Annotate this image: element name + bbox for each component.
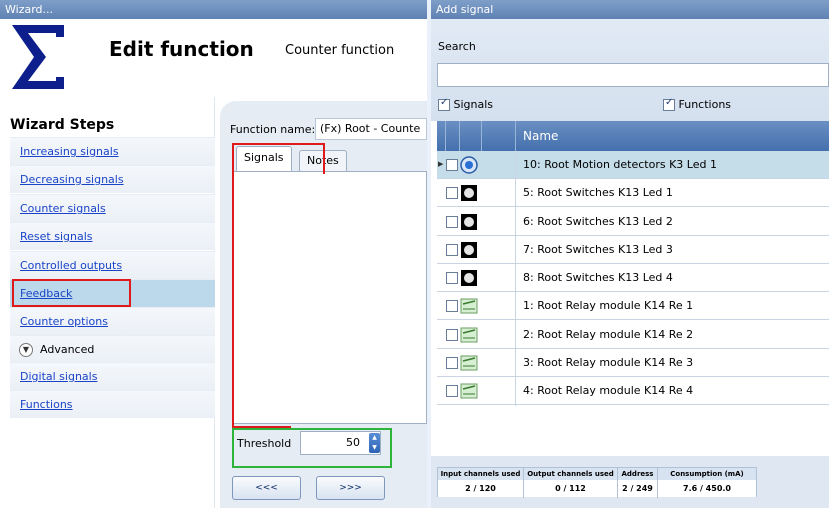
row-checkbox[interactable] <box>446 244 458 256</box>
row-label: 7: Root Switches K13 Led 3 <box>523 243 673 256</box>
row-checkbox[interactable] <box>446 216 458 228</box>
stat-output-channels: Output channels used 0 / 112 <box>524 468 618 498</box>
page-subtitle: Counter function <box>285 43 395 58</box>
chevron-down-icon: ▼ <box>19 343 33 357</box>
feedback-highlight <box>12 279 131 307</box>
header-separator <box>459 121 460 151</box>
header-separator <box>515 121 516 151</box>
step-increasing-signals[interactable]: Increasing signals <box>10 137 215 165</box>
relay-icon <box>460 298 478 314</box>
table-row[interactable]: 4: Root Relay module K14 Re 4 <box>437 377 829 405</box>
stat-value: 2 / 249 <box>618 480 657 497</box>
stat-header: Consumption (mA) <box>658 468 756 480</box>
table-row[interactable]: 8: Root Switches K13 Led 4 <box>437 264 829 292</box>
column-header-name[interactable]: Name <box>523 129 558 143</box>
step-controlled-outputs[interactable]: Controlled outputs <box>10 251 215 279</box>
table-row[interactable]: 1: Root Relay module K14 Re 1 <box>437 292 829 320</box>
relay-icon <box>460 355 478 371</box>
threshold-highlight <box>232 428 392 468</box>
row-checkbox[interactable] <box>446 187 458 199</box>
function-name-field[interactable]: (Fx) Root - Counte <box>315 118 427 140</box>
signals-checkbox-label: Signals <box>453 98 494 111</box>
row-checkbox[interactable] <box>446 329 458 341</box>
stat-value: 0 / 112 <box>524 480 617 497</box>
row-label: 5: Root Switches K13 Led 1 <box>523 186 673 199</box>
step-counter-signals[interactable]: Counter signals <box>10 194 215 222</box>
step-decreasing-signals[interactable]: Decreasing signals <box>10 165 215 193</box>
row-checkbox[interactable] <box>446 272 458 284</box>
switch-icon <box>461 242 477 258</box>
row-checkbox[interactable] <box>446 300 458 312</box>
row-label: 1: Root Relay module K14 Re 1 <box>523 299 694 312</box>
function-name-label: Function name: <box>230 123 316 136</box>
wizard-title-bar: Wizard... <box>0 0 427 19</box>
step-digital-signals[interactable]: Digital signals <box>10 362 215 390</box>
search-input[interactable] <box>437 63 829 87</box>
signals-list-highlight <box>232 143 291 428</box>
signals-filter[interactable]: Signals <box>438 97 494 111</box>
wizard-header: Edit function Counter function <box>0 19 427 97</box>
table-row[interactable]: ▶ 10: Root Motion detectors K3 Led 1 <box>437 151 829 179</box>
row-pointer-icon: ▶ <box>438 160 444 168</box>
row-checkbox[interactable] <box>446 159 458 171</box>
advanced-expander[interactable]: ▼ Advanced <box>10 335 215 363</box>
header-separator <box>445 121 446 151</box>
switch-icon <box>461 214 477 230</box>
wizard-steps-title: Wizard Steps <box>10 117 115 133</box>
header-separator <box>481 121 482 151</box>
row-label: 3: Root Relay module K14 Re 3 <box>523 356 694 369</box>
functions-checkbox-label: Functions <box>678 98 732 111</box>
grid-header: Name <box>437 121 829 151</box>
motion-detector-icon <box>460 156 478 174</box>
next-button[interactable]: >>> <box>316 476 385 500</box>
step-functions[interactable]: Functions <box>10 390 215 418</box>
add-signal-title-bar: Add signal <box>431 0 829 19</box>
stat-header: Address <box>618 468 657 480</box>
table-row[interactable]: 5: Root Switches K13 Led 1 <box>437 179 829 207</box>
functions-checkbox[interactable] <box>663 97 675 111</box>
signals-checkbox[interactable] <box>438 97 450 111</box>
row-label: 10: Root Motion detectors K3 Led 1 <box>523 158 717 171</box>
row-checkbox[interactable] <box>446 357 458 369</box>
switch-icon <box>461 185 477 201</box>
table-row[interactable]: 3: Root Relay module K14 Re 3 <box>437 349 829 377</box>
step-counter-options[interactable]: Counter options <box>10 307 215 335</box>
relay-icon <box>460 327 478 343</box>
stat-value: 7.6 / 450.0 <box>658 480 756 497</box>
sigma-icon <box>12 25 64 89</box>
relay-icon <box>460 383 478 399</box>
stat-address: Address 2 / 249 <box>618 468 658 498</box>
advanced-label: Advanced <box>40 343 95 356</box>
stat-input-channels: Input channels used 2 / 120 <box>438 468 524 498</box>
table-row[interactable]: 2: Root Relay module K14 Re 2 <box>437 321 829 349</box>
table-row[interactable]: 7: Root Switches K13 Led 3 <box>437 236 829 264</box>
table-row[interactable]: 6: Root Switches K13 Led 2 <box>437 208 829 236</box>
switch-icon <box>461 270 477 286</box>
add-signal-window: Add signal Search Signals Functions Name… <box>431 0 829 508</box>
row-label: 4: Root Relay module K14 Re 4 <box>523 384 694 397</box>
stat-consumption: Consumption (mA) 7.6 / 450.0 <box>658 468 756 498</box>
wizard-window: Wizard... Edit function Counter function… <box>0 0 427 508</box>
stat-value: 2 / 120 <box>438 480 523 497</box>
usage-stats: Input channels used 2 / 120 Output chann… <box>437 467 757 498</box>
row-checkbox[interactable] <box>446 385 458 397</box>
back-button[interactable]: <<< <box>232 476 301 500</box>
search-label: Search <box>438 40 476 53</box>
row-label: 8: Root Switches K13 Led 4 <box>523 271 673 284</box>
column-separator <box>515 151 516 406</box>
row-label: 6: Root Switches K13 Led 2 <box>523 215 673 228</box>
signals-tab-highlight <box>232 143 325 174</box>
stat-header: Input channels used <box>438 468 523 480</box>
stat-header: Output channels used <box>524 468 617 480</box>
functions-filter[interactable]: Functions <box>663 97 732 111</box>
step-reset-signals[interactable]: Reset signals <box>10 222 215 250</box>
page-title: Edit function <box>109 37 254 61</box>
row-label: 2: Root Relay module K14 Re 2 <box>523 328 694 341</box>
